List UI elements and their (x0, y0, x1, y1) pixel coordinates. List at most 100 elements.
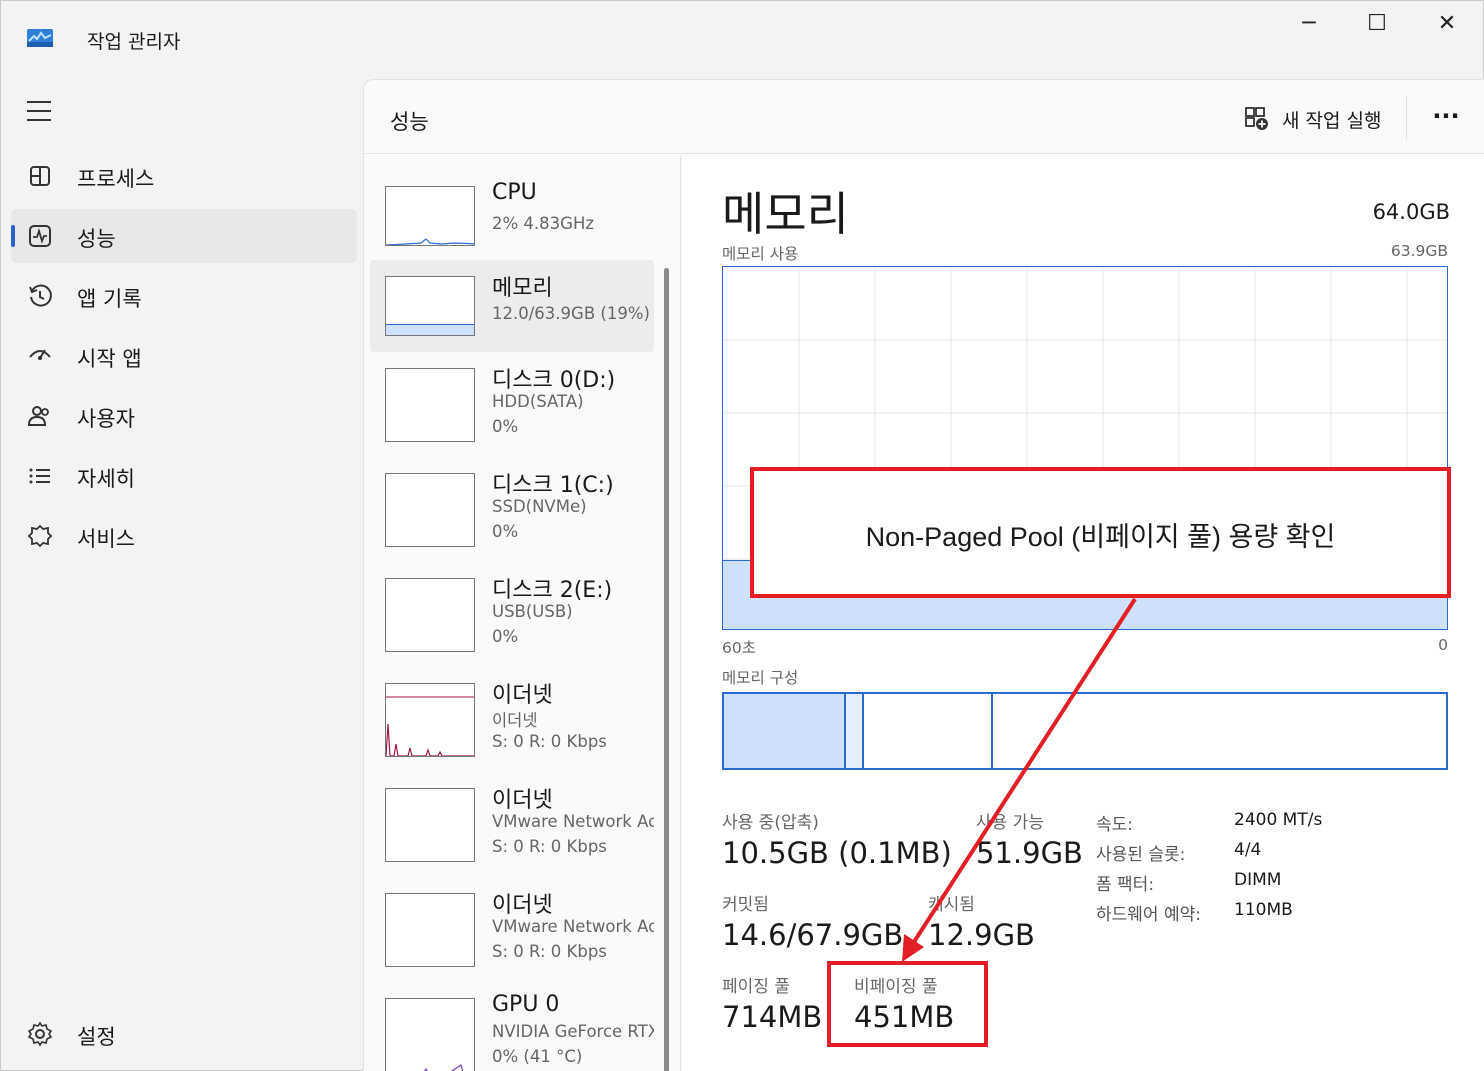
settings-label: 설정 (77, 1025, 116, 1049)
device-list-scrollbar[interactable] (664, 268, 669, 1071)
sidebar-item-processes[interactable]: 프로세스 (11, 149, 357, 203)
graph-axis-start: 60초 (722, 639, 756, 657)
sidebar-item-services[interactable]: 서비스 (11, 509, 357, 563)
device-usage: 0% (492, 522, 519, 541)
in-use-label: 사용 중(압축) (722, 813, 819, 833)
disk-thumbnail (385, 368, 475, 442)
new-task-icon (1245, 107, 1268, 130)
device-usage: 0% (492, 627, 519, 646)
form-factor-value: DIMM (1234, 870, 1282, 890)
title-bar: 작업 관리자 ─ ☐ ✕ (1, 1, 1484, 71)
performance-icon (29, 225, 51, 247)
memory-usage-label: 메모리 사용 (722, 245, 799, 263)
device-detail: VMware Network Adapter (492, 917, 654, 936)
form-factor-label: 폼 팩터: (1096, 875, 1155, 895)
sidebar-item-performance[interactable]: 성능 (11, 209, 357, 263)
device-name: GPU 0 (492, 992, 560, 1017)
slots-value: 4/4 (1234, 840, 1262, 860)
paged-pool-value: 714MB (722, 1000, 823, 1034)
sidebar-item-label: 자세히 (77, 467, 135, 491)
sidebar-item-label: 서비스 (77, 527, 135, 551)
device-name: CPU (492, 180, 537, 205)
sidebar-item-label: 프로세스 (77, 167, 155, 191)
composition-in-use (724, 694, 846, 768)
device-name: 디스크 2(E:) (492, 578, 613, 603)
sidebar-item-startup-apps[interactable]: 시작 앱 (11, 329, 357, 383)
minimize-button[interactable]: ─ (1279, 9, 1339, 39)
device-item-disk-1[interactable]: 디스크 1(C:) SSD(NVMe) 0% (370, 457, 654, 549)
device-name: 이더넷 (492, 893, 553, 918)
page-title: 성능 (390, 110, 429, 134)
device-name: 이더넷 (492, 788, 553, 813)
memory-thumbnail (385, 276, 475, 336)
device-item-cpu[interactable]: CPU 2% 4.83GHz (370, 170, 654, 262)
device-detail: 2% 4.83GHz (492, 214, 595, 233)
memory-title: 메모리 (722, 187, 849, 241)
sidebar-item-label: 사용자 (77, 407, 135, 431)
slots-label: 사용된 슬롯: (1096, 845, 1186, 865)
startup-icon (29, 349, 51, 360)
device-usage: 0% (41 °C) (492, 1047, 583, 1066)
sidebar: 프로세스 성능 앱 기록 시작 앱 사용자 자세히 서비스 설정 (1, 71, 363, 1071)
device-item-disk-2[interactable]: 디스크 2(E:) USB(USB) 0% (370, 562, 654, 654)
device-item-memory[interactable]: 메모리 12.0/63.9GB (19%) (370, 260, 654, 352)
device-detail: USB(USB) (492, 602, 573, 621)
graph-axis-end: 0 (1438, 636, 1448, 654)
settings-gear-icon (27, 1021, 53, 1047)
details-icon (29, 468, 50, 484)
list-divider (680, 156, 681, 1071)
device-detail: 이더넷 (492, 711, 538, 730)
annotation-callout: Non-Paged Pool (비페이지 풀) 용량 확인 (750, 467, 1451, 598)
hamburger-menu-icon[interactable] (27, 101, 51, 121)
device-detail: SSD(NVMe) (492, 497, 587, 516)
available-value: 51.9GB (976, 836, 1083, 870)
committed-label: 커밋됨 (722, 895, 769, 915)
sidebar-item-app-history[interactable]: 앱 기록 (11, 269, 357, 323)
processes-icon (30, 166, 50, 186)
close-button[interactable]: ✕ (1417, 9, 1477, 39)
new-task-label: 새 작업 실행 (1282, 110, 1382, 132)
main-header: 성능 새 작업 실행 ··· (364, 80, 1484, 154)
paged-pool-label: 페이징 풀 (722, 977, 790, 997)
sidebar-item-details[interactable]: 자세히 (11, 449, 357, 503)
composition-modified (846, 694, 864, 768)
users-icon (27, 406, 49, 426)
device-item-disk-0[interactable]: 디스크 0(D:) HDD(SATA) 0% (370, 352, 654, 444)
annotation-callout-text: Non-Paged Pool (비페이지 풀) 용량 확인 (865, 522, 1336, 552)
services-icon (27, 524, 53, 548)
device-usage: S: 0 R: 0 Kbps (492, 942, 607, 961)
device-detail: VMware Network Adapter (492, 812, 654, 831)
device-item-ethernet-2[interactable]: 이더넷 VMware Network Adapter S: 0 R: 0 Kbp… (370, 772, 654, 864)
annotation-highlight-box (827, 961, 988, 1047)
app-title: 작업 관리자 (87, 31, 181, 53)
hardware-reserved-value: 110MB (1234, 900, 1293, 920)
sidebar-item-label: 시작 앱 (77, 347, 142, 371)
speed-value: 2400 MT/s (1234, 810, 1323, 830)
device-item-gpu-0[interactable]: GPU 0 NVIDIA GeForce RTX 0% (41 °C) (370, 982, 654, 1071)
memory-composition-bar (722, 692, 1448, 770)
sidebar-item-settings[interactable]: 설정 (11, 1007, 357, 1061)
device-usage: S: 0 R: 0 Kbps (492, 732, 607, 751)
device-detail: HDD(SATA) (492, 392, 584, 411)
task-manager-app-icon (27, 29, 53, 47)
memory-detail-panel: 메모리 64.0GB 메모리 사용 63.9GB 60초 0 메모리 구성 사용… (682, 156, 1484, 1071)
disk-thumbnail (385, 473, 475, 547)
device-name: 이더넷 (492, 683, 553, 708)
disk-thumbnail (385, 578, 475, 652)
available-label: 사용 가능 (976, 813, 1044, 833)
more-options-button[interactable]: ··· (1426, 98, 1466, 134)
device-usage: 0% (492, 417, 519, 436)
device-item-ethernet-1[interactable]: 이더넷 이더넷 S: 0 R: 0 Kbps (370, 667, 654, 759)
in-use-value: 10.5GB (0.1MB) (722, 836, 952, 870)
device-usage: S: 0 R: 0 Kbps (492, 837, 607, 856)
cpu-thumbnail (385, 186, 475, 246)
memory-total: 64.0GB (1372, 200, 1450, 224)
device-name: 메모리 (492, 276, 553, 301)
device-detail: 12.0/63.9GB (19%) (492, 304, 650, 323)
device-item-ethernet-3[interactable]: 이더넷 VMware Network Adapter S: 0 R: 0 Kbp… (370, 877, 654, 969)
maximize-button[interactable]: ☐ (1347, 9, 1407, 39)
sidebar-item-users[interactable]: 사용자 (11, 389, 357, 443)
committed-value: 14.6/67.9GB (722, 918, 904, 952)
ethernet-thumbnail (385, 788, 475, 862)
header-divider (1406, 96, 1407, 140)
